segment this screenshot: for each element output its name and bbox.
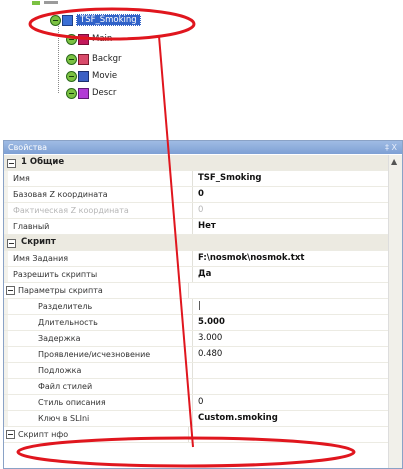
- property-value[interactable]: Custom.smoking: [193, 411, 388, 426]
- main-icon: [78, 33, 89, 45]
- property-label: Имя: [8, 171, 193, 186]
- scene-tree: TSF_Smoking Main Backgr Movie Descr: [0, 0, 403, 128]
- property-label: Файл стилей: [8, 379, 193, 394]
- tree-node-label: Backgr: [92, 54, 122, 64]
- property-row-partial[interactable]: Скрипт нфо: [4, 427, 388, 443]
- tree-node-movie[interactable]: Movie: [66, 69, 117, 83]
- property-value[interactable]: [193, 379, 388, 394]
- property-value[interactable]: 3.000: [193, 331, 388, 346]
- property-row-script-params[interactable]: Параметры скрипта: [4, 283, 388, 299]
- scroll-up-icon[interactable]: ▲: [391, 157, 397, 166]
- panel-title: Свойства: [8, 143, 48, 152]
- tree-node-description[interactable]: Descr: [66, 86, 116, 100]
- property-value[interactable]: TSF_Smoking: [193, 171, 388, 186]
- property-label-group: Параметры скрипта: [4, 283, 189, 298]
- tree-node-main[interactable]: Main: [66, 32, 112, 46]
- property-row-delay[interactable]: Задержка 3.000: [4, 331, 388, 347]
- category-label: Скрипт: [21, 237, 56, 247]
- property-label: Разрешить скрипты: [8, 267, 193, 282]
- tree-node-label: Movie: [92, 71, 118, 81]
- property-label: Задержка: [8, 331, 193, 346]
- expand-icon[interactable]: [66, 53, 77, 65]
- expand-icon[interactable]: [66, 70, 77, 82]
- property-value[interactable]: Нет: [193, 219, 388, 234]
- property-label: Главный: [8, 219, 193, 234]
- property-value[interactable]: 0.480: [193, 347, 388, 362]
- property-label: Базовая Z координата: [8, 187, 193, 202]
- category-script[interactable]: Скрипт: [4, 235, 388, 251]
- expand-icon[interactable]: [66, 87, 77, 99]
- tree-node-label: TSF_Smoking: [76, 14, 141, 26]
- property-label: Проявление/исчезновение: [8, 347, 193, 362]
- property-row-base-z[interactable]: Базовая Z координата 0: [4, 187, 388, 203]
- property-grid: 1 Общие Имя TSF_Smoking Базовая Z коорди…: [4, 155, 388, 443]
- collapse-icon[interactable]: [7, 159, 16, 168]
- property-value[interactable]: Да: [193, 267, 388, 282]
- vertical-scrollbar[interactable]: ▲: [388, 155, 402, 468]
- property-label: Скрипт нфо: [18, 430, 69, 439]
- property-row-main[interactable]: Главный Нет: [4, 219, 388, 235]
- property-label: Фактическая Z координата: [8, 203, 193, 218]
- property-value[interactable]: 5.000: [193, 315, 388, 330]
- property-value[interactable]: |: [193, 299, 388, 314]
- property-value[interactable]: [189, 283, 388, 298]
- property-value: 0: [198, 205, 204, 215]
- collapse-icon[interactable]: [7, 239, 16, 248]
- movie-icon: [78, 70, 89, 82]
- property-row-separator[interactable]: Разделитель |: [4, 299, 388, 315]
- tree-node-label: Main: [92, 34, 113, 44]
- expand-icon[interactable]: [66, 33, 77, 45]
- pin-close-icon[interactable]: ‡ X: [385, 141, 397, 154]
- property-row-style-file[interactable]: Файл стилей: [4, 379, 388, 395]
- property-label: Ключ в SLIni: [8, 411, 193, 426]
- property-value[interactable]: F:\nosmok\nosmok.txt: [193, 251, 388, 266]
- property-value[interactable]: 0: [193, 187, 388, 202]
- property-row-slini-key[interactable]: Ключ в SLIni Custom.smoking: [4, 411, 388, 427]
- property-label: Имя Задания: [8, 251, 193, 266]
- folder-icon: [62, 14, 73, 26]
- property-label: Стиль описания: [8, 395, 193, 410]
- property-label-group: Скрипт нфо: [4, 427, 189, 442]
- collapse-icon[interactable]: [6, 286, 15, 295]
- property-row-substrate[interactable]: Подложка: [4, 363, 388, 379]
- collapse-icon[interactable]: [50, 14, 61, 26]
- category-label: 1 Общие: [21, 157, 65, 167]
- property-label: Разделитель: [8, 299, 193, 314]
- property-row-duration[interactable]: Длительность 5.000: [4, 315, 388, 331]
- tree-node-background[interactable]: Backgr: [66, 52, 122, 66]
- property-row-task-name[interactable]: Имя Задания F:\nosmok\nosmok.txt: [4, 251, 388, 267]
- tree-node-tsf-smoking[interactable]: TSF_Smoking: [50, 13, 141, 27]
- property-row-actual-z: Фактическая Z координата 0: [4, 203, 388, 219]
- tree-node-label: Descr: [92, 88, 117, 98]
- property-label: Длительность: [8, 315, 193, 330]
- property-label: Параметры скрипта: [18, 286, 103, 295]
- background-icon: [78, 53, 89, 65]
- property-value[interactable]: 0: [193, 395, 388, 410]
- property-row-description-style[interactable]: Стиль описания 0: [4, 395, 388, 411]
- tree-connector-line: [58, 18, 59, 93]
- panel-title-bar: Свойства ‡ X: [4, 141, 402, 154]
- property-value[interactable]: [193, 363, 388, 378]
- category-general[interactable]: 1 Общие: [4, 155, 388, 171]
- collapse-icon[interactable]: [6, 430, 15, 439]
- property-row-name[interactable]: Имя TSF_Smoking: [4, 171, 388, 187]
- property-value[interactable]: [189, 427, 388, 442]
- property-label: Подложка: [8, 363, 193, 378]
- properties-panel: Свойства ‡ X 1 Общие Имя TSF_Smoking Баз…: [3, 140, 403, 469]
- description-icon: [78, 87, 89, 99]
- property-row-allow-scripts[interactable]: Разрешить скрипты Да: [4, 267, 388, 283]
- tree-parent-node-partial: [30, 0, 62, 6]
- property-row-fade[interactable]: Проявление/исчезновение 0.480: [4, 347, 388, 363]
